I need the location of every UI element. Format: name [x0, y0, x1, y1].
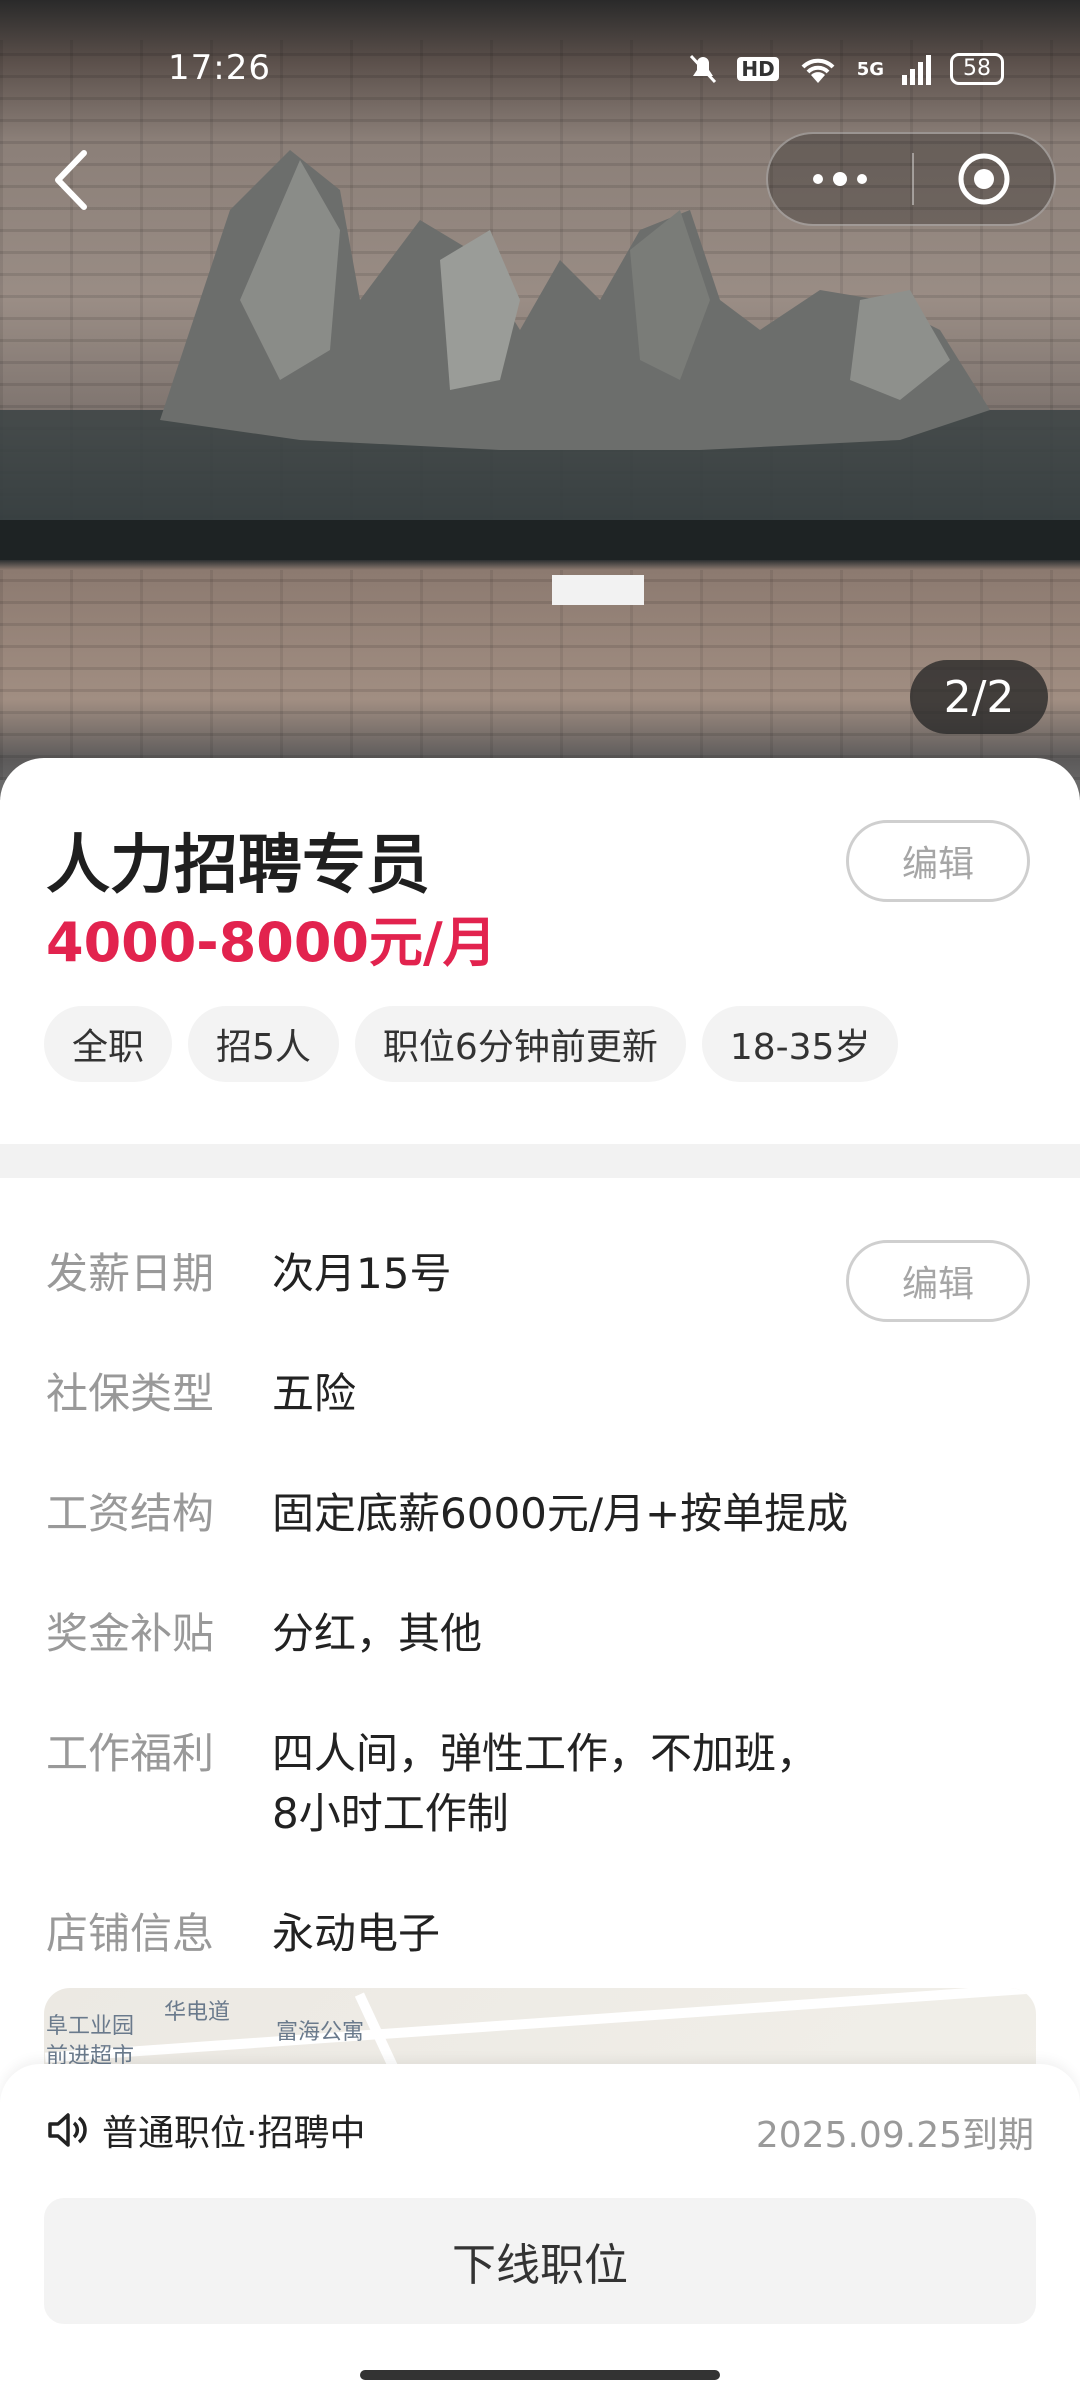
edit-details-button[interactable]: 编辑 [846, 1240, 1030, 1322]
detail-row-wage-structure: 工资结构 固定底薪6000元/月+按单提成 [46, 1484, 848, 1544]
detail-row-store: 店铺信息 永动电子 [46, 1904, 440, 1964]
job-status-text: 普通职位·招聘中 [102, 2113, 366, 2154]
back-button[interactable] [44, 145, 100, 215]
detail-key: 社保类型 [46, 1369, 215, 1418]
detail-value: 永动电子 [272, 1909, 441, 1958]
detail-row-insurance: 社保类型 五险 [46, 1364, 356, 1424]
target-circle-icon [958, 153, 1010, 205]
detail-value: 四人间，弹性工作，不加班， 8小时工作制 [272, 1724, 818, 1844]
detail-value: 分红，其他 [272, 1609, 483, 1658]
status-bar: 17:26 HD 5G 58 [0, 0, 1080, 140]
detail-row-payday: 发薪日期 次月15号 [46, 1244, 451, 1304]
wifi-icon [801, 58, 835, 83]
detail-key: 发薪日期 [46, 1249, 215, 1298]
job-status: 普通职位·招聘中 [48, 2104, 365, 2156]
5g-label: 5G [856, 58, 884, 80]
detail-row-benefits: 工作福利 四人间，弹性工作，不加班， 8小时工作制 [46, 1724, 818, 1844]
detail-value: 固定底薪6000元/月+按单提成 [272, 1489, 849, 1538]
detail-key: 工资结构 [46, 1489, 215, 1538]
detail-value: 次月15号 [272, 1249, 452, 1298]
job-tags: 全职 招5人 职位6分钟前更新 18-35岁 [44, 1006, 899, 1082]
tag-headcount: 招5人 [188, 1006, 339, 1082]
take-offline-button[interactable]: 下线职位 [44, 2198, 1036, 2324]
detail-value-line: 四人间，弹性工作，不加班， [272, 1729, 819, 1778]
map-label: 阜工业园 [46, 2014, 135, 2039]
mute-bell-icon [690, 54, 717, 84]
job-expire-date: 2025.09.25到期 [755, 2115, 1034, 2156]
home-indicator[interactable] [360, 2370, 720, 2380]
speaker-icon [48, 2113, 87, 2147]
detail-key: 店铺信息 [46, 1909, 215, 1958]
chevron-left-icon [55, 150, 87, 210]
detail-key: 奖金补贴 [46, 1609, 215, 1658]
close-miniapp-button[interactable] [914, 134, 1054, 224]
detail-row-bonus: 奖金补贴 分红，其他 [46, 1604, 482, 1664]
more-button[interactable] [768, 134, 912, 224]
map-label: 华电道 [164, 2000, 231, 2025]
detail-value: 五险 [272, 1369, 357, 1418]
job-salary: 4000-8000元/月 [46, 911, 497, 974]
image-counter: 2/2 [910, 660, 1048, 734]
detail-key: 工作福利 [46, 1729, 215, 1778]
miniapp-capsule [766, 132, 1056, 226]
tag-updated: 职位6分钟前更新 [354, 1006, 686, 1082]
tag-age-range: 18-35岁 [701, 1006, 899, 1082]
hd-icon: HD [737, 57, 779, 81]
status-icons: HD 5G 58 [687, 52, 1004, 86]
signal-icon [902, 55, 931, 85]
status-time: 17:26 [168, 48, 271, 88]
job-title: 人力招聘专员 [46, 829, 430, 903]
tag-job-type: 全职 [44, 1006, 173, 1082]
more-dots-icon [813, 172, 867, 186]
edit-summary-button[interactable]: 编辑 [846, 820, 1030, 902]
map-label: 富海公寓 [276, 2020, 365, 2045]
battery-indicator: 58 [950, 53, 1004, 85]
detail-value-line: 8小时工作制 [272, 1789, 509, 1838]
